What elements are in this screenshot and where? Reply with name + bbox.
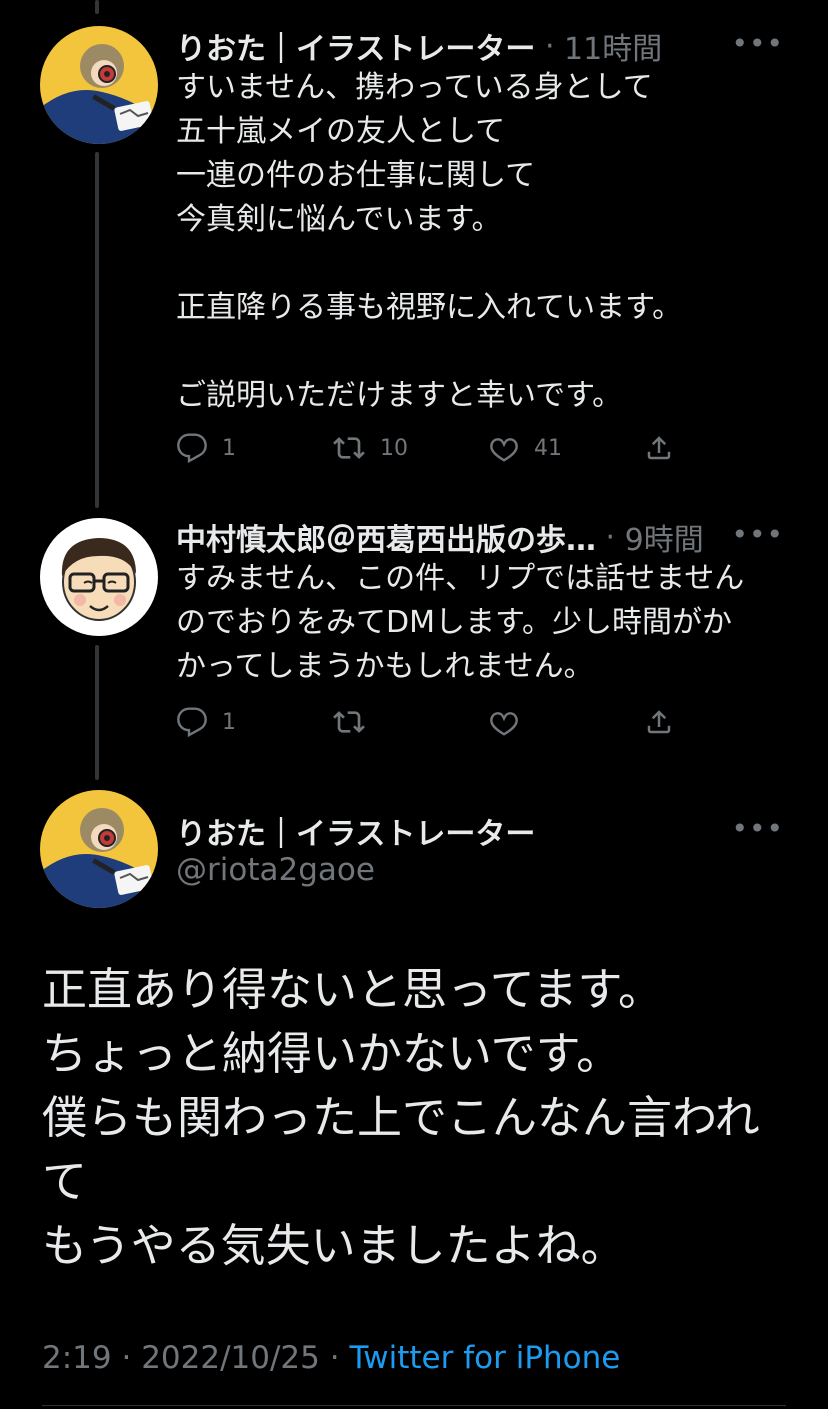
avatar-nakamura[interactable]	[40, 518, 158, 636]
author-name[interactable]: 中村慎太郎＠西葛西出版の歩…	[176, 515, 596, 559]
reply-icon	[177, 433, 207, 464]
like-button[interactable]	[488, 706, 644, 738]
reply-count: 1	[222, 709, 236, 735]
like-icon	[490, 712, 518, 736]
tweet-actions: 1 10 41	[176, 428, 686, 468]
retweet-button[interactable]	[332, 706, 488, 738]
tweet-source-link[interactable]: Twitter for iPhone	[349, 1340, 620, 1376]
like-count: 41	[534, 435, 562, 461]
divider	[42, 1405, 786, 1406]
reply-icon	[177, 707, 207, 738]
riota-avatar-illustration	[40, 26, 158, 144]
avatar-riota-main[interactable]	[40, 790, 158, 908]
tweet-actions: 1	[176, 702, 686, 742]
time-separator: ·	[596, 519, 625, 555]
more-icon[interactable]: •••	[731, 812, 784, 845]
nakamura-avatar-illustration	[40, 518, 158, 636]
time-separator: ·	[535, 28, 565, 64]
reply-count: 1	[222, 435, 236, 461]
tweet-time[interactable]: 2:19	[42, 1340, 112, 1376]
tweet-time[interactable]: 11時間	[564, 24, 662, 68]
like-button[interactable]: 41	[488, 432, 644, 464]
tweet-header: 中村慎太郎＠西葛西出版の歩… · 9時間	[176, 515, 704, 559]
more-icon[interactable]: •••	[731, 518, 784, 551]
thread-line-1	[95, 152, 99, 508]
share-button[interactable]	[644, 706, 674, 738]
thread-line-2	[95, 645, 99, 780]
thread-line-top	[95, 0, 99, 14]
tweet-text: すみません、この件、リプでは話せません のでおりをみてDMします。少し時間がか …	[176, 561, 745, 684]
like-icon	[490, 438, 518, 462]
share-icon	[647, 436, 671, 460]
tweet-header: りおた｜イラストレーター · 11時間	[176, 24, 662, 68]
author-name[interactable]: りおた｜イラストレーター	[176, 24, 535, 68]
riota-avatar-illustration	[40, 790, 158, 908]
retweet-icon	[333, 711, 365, 733]
retweet-icon	[333, 437, 365, 459]
share-button[interactable]	[644, 432, 674, 464]
tweet-date[interactable]: 2022/10/25	[141, 1340, 320, 1376]
main-author-name[interactable]: りおた｜イラストレーター	[176, 809, 535, 853]
timestamp-separator: ·	[329, 1340, 350, 1376]
main-tweet-text: 正直あり得ないと思ってます。 ちょっと納得いかないです。 僕らも関わった上でこん…	[42, 963, 760, 1272]
tweet-time[interactable]: 9時間	[625, 515, 704, 559]
retweet-button[interactable]: 10	[332, 432, 488, 464]
main-author-handle[interactable]: @riota2gaoe	[176, 852, 375, 888]
retweet-count: 10	[380, 435, 408, 461]
tweet-timestamp: 2:19 · 2022/10/25 · Twitter for iPhone	[42, 1340, 620, 1376]
tweet-text: すいません、携わっている身として 五十嵐メイの友人として 一連の件のお仕事に関し…	[176, 70, 683, 413]
avatar-riota[interactable]	[40, 26, 158, 144]
timestamp-separator: ·	[121, 1340, 142, 1376]
share-icon	[647, 710, 671, 734]
more-icon[interactable]: •••	[731, 27, 784, 60]
reply-button[interactable]: 1	[176, 706, 332, 738]
main-tweet-header: りおた｜イラストレーター	[176, 809, 535, 853]
reply-button[interactable]: 1	[176, 432, 332, 464]
